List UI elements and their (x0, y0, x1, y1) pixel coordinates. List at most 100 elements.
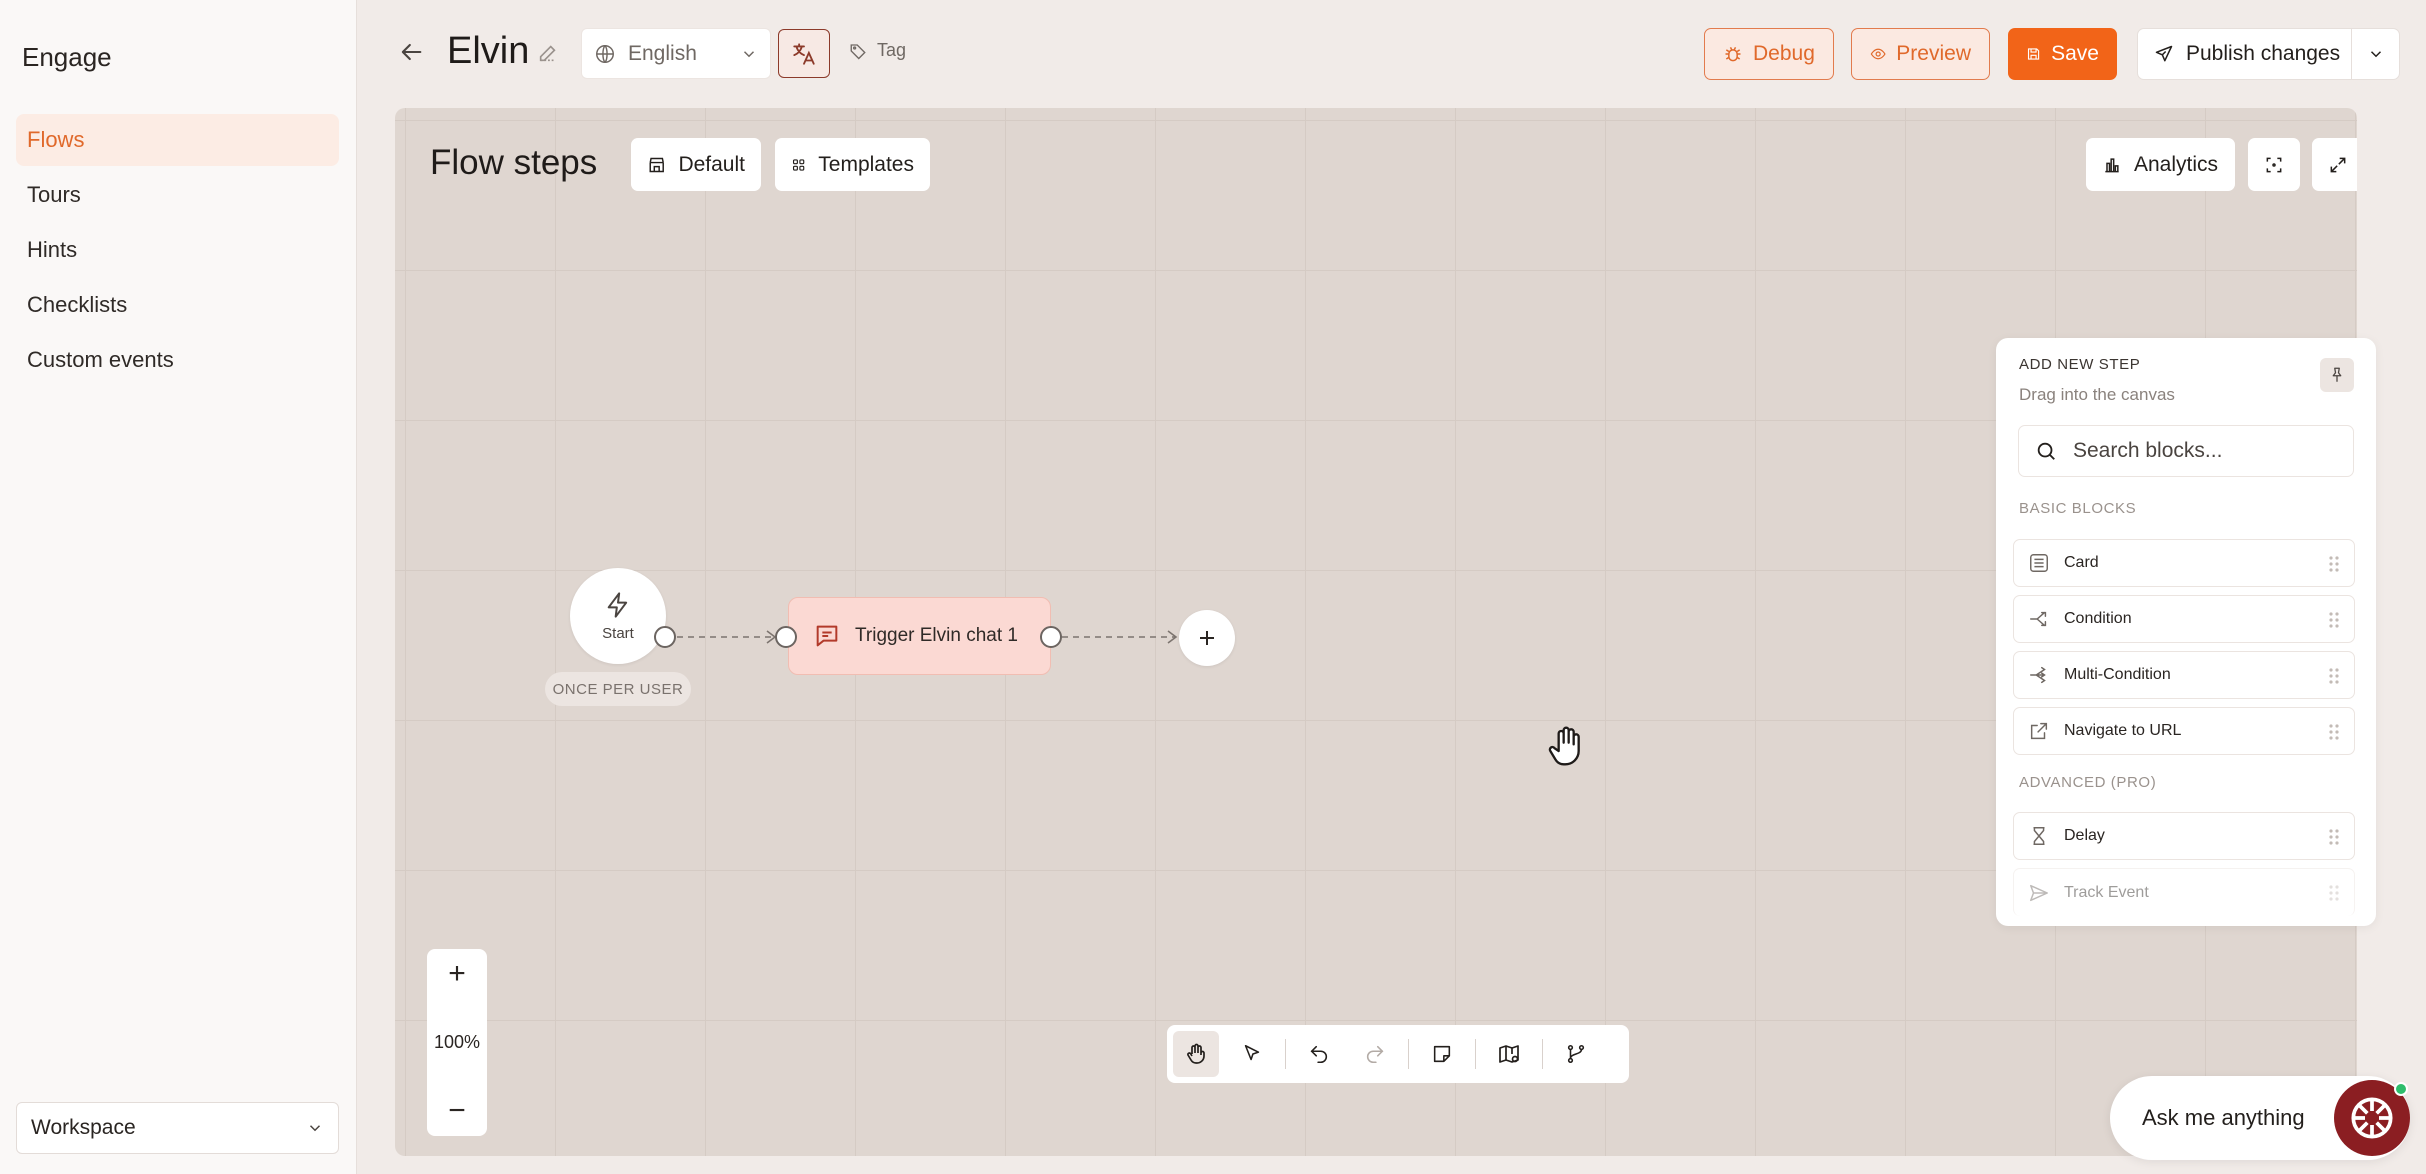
add-step-node[interactable] (1179, 610, 1235, 666)
redo-icon (1366, 1045, 1384, 1064)
multi-split-icon (2030, 666, 2046, 684)
block-delay[interactable]: Delay (2013, 812, 2355, 860)
frequency-badge: ONCE PER USER (545, 672, 691, 706)
trigger-input-port[interactable] (775, 626, 797, 648)
back-arrow-icon[interactable] (397, 38, 425, 66)
online-status-dot (2394, 1082, 2408, 1096)
assistant-logo-icon (2351, 1097, 2393, 1139)
fit-view-button[interactable] (2248, 138, 2300, 191)
advanced-blocks-heading: ADVANCED (PRO) (2019, 774, 2157, 791)
drag-handle-icon[interactable] (2328, 554, 2340, 574)
drag-handle-icon[interactable] (2328, 610, 2340, 630)
debug-label: Debug (1753, 42, 1815, 65)
analytics-button[interactable]: Analytics (2086, 138, 2235, 191)
chat-icon (816, 625, 838, 647)
sidebar: Engage Flows Tours Hints Checklists Cust… (0, 0, 357, 1174)
trigger-output-port[interactable] (1040, 626, 1062, 648)
publish-label: Publish changes (2186, 42, 2341, 65)
expand-icon (2330, 157, 2346, 172)
zoom-in-button[interactable]: + (448, 959, 466, 989)
toolbar-divider (1408, 1039, 1409, 1069)
bar-chart-icon (2105, 157, 2119, 172)
save-label: Save (2051, 42, 2099, 65)
assistant-label: Ask me anything (2142, 1105, 2305, 1130)
save-button[interactable]: Save (2008, 28, 2117, 80)
start-node[interactable]: Start (570, 568, 666, 664)
search-blocks-input[interactable] (2073, 439, 2333, 463)
trigger-label: Trigger Elvin chat 1 (855, 625, 1018, 646)
pin-icon (2332, 367, 2342, 382)
sidebar-item-hints[interactable]: Hints (16, 224, 339, 276)
sidebar-item-tours[interactable]: Tours (16, 169, 339, 221)
redo-button[interactable] (1352, 1031, 1398, 1077)
panel-heading: ADD NEW STEP (2019, 356, 2141, 373)
block-label: Card (2064, 554, 2099, 571)
block-track-event[interactable]: Track Event (2013, 868, 2355, 916)
sticky-note-icon (1433, 1045, 1451, 1063)
preview-label: Preview (1896, 42, 1971, 65)
eye-icon (1870, 48, 1886, 60)
preview-button[interactable]: Preview (1851, 28, 1990, 80)
search-icon (2037, 442, 2055, 460)
workspace-label: Workspace (31, 1116, 136, 1139)
hand-icon (1187, 1043, 1205, 1064)
send-icon (2030, 884, 2048, 901)
translate-button[interactable] (778, 29, 830, 78)
language-value: English (628, 41, 697, 65)
focus-frame-icon (2266, 157, 2282, 172)
drag-handle-icon[interactable] (2328, 722, 2340, 742)
publish-button[interactable]: Publish changes (2138, 42, 2351, 66)
save-disk-icon (2027, 48, 2040, 60)
panel-subheading: Drag into the canvas (2019, 385, 2175, 404)
chevron-down-icon (743, 50, 755, 57)
block-card[interactable]: Card (2013, 539, 2355, 587)
map-button[interactable] (1486, 1031, 1532, 1077)
sticky-note-button[interactable] (1419, 1031, 1465, 1077)
block-label: Condition (2064, 610, 2132, 627)
branch-button[interactable] (1553, 1031, 1599, 1077)
trigger-node[interactable]: Trigger Elvin chat 1 (788, 597, 1051, 675)
workspace-select[interactable]: Workspace (16, 1102, 339, 1154)
block-label: Multi-Condition (2064, 666, 2171, 683)
drag-handle-icon[interactable] (2328, 827, 2340, 847)
toolbar-divider (1285, 1039, 1286, 1069)
pencil-edit-icon[interactable] (537, 42, 559, 64)
globe-icon (596, 44, 614, 63)
toolbar-divider (1542, 1039, 1543, 1069)
zoom-out-button[interactable]: − (448, 1096, 466, 1126)
sidebar-item-flows[interactable]: Flows (16, 114, 339, 166)
analytics-label: Analytics (2134, 152, 2219, 176)
pin-panel-button[interactable] (2320, 358, 2354, 392)
chevron-down-icon (309, 1125, 321, 1132)
pointer-icon (1244, 1044, 1260, 1061)
start-output-port[interactable] (654, 626, 676, 648)
publish-dropdown-button[interactable] (2351, 29, 2399, 79)
block-label: Navigate to URL (2064, 722, 2182, 739)
toolbar-divider (1475, 1039, 1476, 1069)
block-navigate-to-url[interactable]: Navigate to URL (2013, 707, 2355, 755)
fullscreen-button[interactable] (2312, 138, 2357, 191)
undo-button[interactable] (1296, 1031, 1342, 1077)
map-icon (1499, 1045, 1519, 1063)
lightning-icon (607, 591, 628, 618)
block-multi-condition[interactable]: Multi-Condition (2013, 651, 2355, 699)
undo-icon (1310, 1045, 1328, 1064)
assistant-launcher[interactable]: Ask me anything (2110, 1076, 2410, 1160)
bug-icon (1725, 46, 1741, 62)
brand-title: Engage (22, 42, 112, 72)
sidebar-item-checklists[interactable]: Checklists (16, 279, 339, 331)
language-select[interactable]: English (581, 28, 771, 79)
drag-handle-icon[interactable] (2328, 883, 2340, 903)
debug-button[interactable]: Debug (1704, 28, 1834, 80)
canvas-toolbar (1167, 1025, 1629, 1083)
drag-handle-icon[interactable] (2328, 666, 2340, 686)
git-branch-icon (1567, 1044, 1585, 1064)
hand-tool-button[interactable] (1173, 1031, 1219, 1077)
top-header: Elvin English Tag Debug Preview Save Pub… (357, 0, 2426, 108)
tag-button[interactable]: Tag (849, 40, 906, 61)
select-tool-button[interactable] (1229, 1031, 1275, 1077)
sidebar-item-custom-events[interactable]: Custom events (16, 334, 339, 386)
block-condition[interactable]: Condition (2013, 595, 2355, 643)
card-icon (2030, 554, 2048, 572)
search-blocks-field[interactable] (2018, 425, 2354, 477)
